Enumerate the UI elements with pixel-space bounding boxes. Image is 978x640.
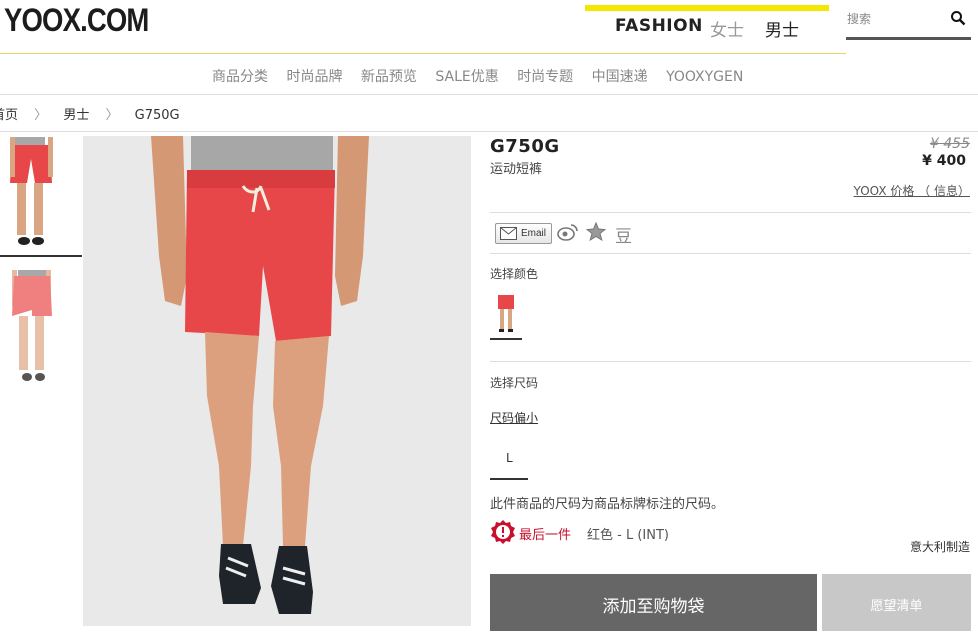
breadcrumb-divider	[0, 131, 978, 132]
search-underline	[846, 37, 971, 40]
color-swatch-red[interactable]	[490, 293, 522, 340]
alert-badge-icon	[491, 520, 515, 544]
header-divider	[0, 53, 846, 54]
size-selector-label: 选择尺码	[490, 376, 539, 390]
nav-item-china-delivery[interactable]: 中国速递	[592, 66, 648, 86]
size-fit-link[interactable]: 尺码偏小	[490, 409, 538, 426]
share-divider	[490, 253, 971, 254]
thumbnail-front[interactable]	[0, 137, 82, 257]
breadcrumb-home[interactable]: 首页	[0, 108, 18, 123]
search-icon[interactable]	[950, 10, 966, 26]
breadcrumb: 首页 〉 男士 〉 G750G	[0, 104, 180, 123]
original-price: ¥ 455	[929, 136, 970, 152]
main-nav: 商品分类 时尚品牌 新品预览 SALE优惠 时尚专题 中国速递 YOOXYGEN	[212, 66, 757, 86]
nav-item-features[interactable]: 时尚专题	[517, 66, 573, 86]
yoox-price-info-link[interactable]: YOOX 价格 （ 信息）	[854, 182, 970, 199]
yoox-logo[interactable]: YOOX.COM	[4, 2, 149, 39]
share-email-button[interactable]: Email	[495, 223, 552, 244]
tab-men[interactable]: 男士	[765, 16, 799, 41]
product-photo	[83, 136, 471, 626]
breadcrumb-men[interactable]: 男士	[63, 108, 89, 123]
active-section-indicator	[585, 5, 829, 11]
breadcrumb-product: G750G	[134, 108, 180, 123]
weibo-icon[interactable]	[557, 222, 579, 242]
selected-variant: 红色 - L (INT)	[587, 528, 669, 543]
add-to-bag-button[interactable]: 添加至购物袋	[490, 574, 817, 631]
share-email-label: Email	[521, 228, 547, 239]
product-main-image[interactable]	[83, 136, 471, 626]
nav-item-yooxygen[interactable]: YOOXYGEN	[666, 69, 743, 85]
product-name: G750G	[490, 136, 560, 157]
nav-item-brands[interactable]: 时尚品牌	[286, 66, 342, 86]
douban-icon[interactable]: 豆	[615, 222, 632, 247]
chevron-right-icon: 〉	[34, 108, 48, 123]
renren-star-icon[interactable]	[586, 222, 606, 242]
thumbnail-back-image	[12, 270, 52, 381]
nav-item-categories[interactable]: 商品分类	[212, 66, 268, 86]
chevron-right-icon: 〉	[105, 108, 119, 123]
nav-item-sale[interactable]: SALE优惠	[435, 66, 498, 86]
size-option-l[interactable]: L	[490, 444, 528, 480]
size-note: 此件商品的尺码为商品标牌标注的尺码。	[490, 497, 725, 512]
nav-divider	[0, 94, 978, 95]
tab-women[interactable]: 女士	[710, 16, 744, 41]
color-selector-label: 选择颜色	[490, 267, 539, 281]
made-in-label: 意大利制造	[909, 540, 970, 554]
tab-fashion[interactable]: FASHION	[615, 16, 703, 36]
stock-warning: 最后一件	[519, 528, 572, 543]
wishlist-button[interactable]: 愿望清单	[822, 574, 971, 631]
color-divider	[490, 361, 971, 362]
size-option-label: L	[506, 451, 513, 465]
product-category: 运动短裤	[490, 162, 543, 177]
thumbnail-back[interactable]	[0, 270, 82, 388]
envelope-icon	[500, 227, 517, 240]
info-divider	[490, 212, 971, 213]
thumbnail-front-image	[10, 137, 53, 245]
sale-price: ¥ 400	[922, 153, 966, 169]
search-input[interactable]: 搜索	[847, 10, 871, 27]
color-swatch-image	[498, 295, 514, 332]
nav-item-new-arrivals[interactable]: 新品预览	[361, 66, 417, 86]
